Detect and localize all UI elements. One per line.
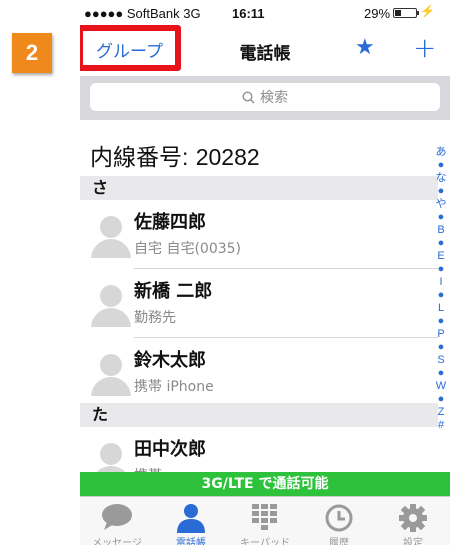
status-time: 16:11 [232, 6, 265, 21]
extension-number-row: 内線番号: 20282 [90, 138, 260, 172]
index-dot[interactable]: ● [432, 341, 450, 354]
status-bar: ●●●●● SoftBank 3G 16:11 29% ⚡ [80, 0, 450, 26]
battery-percent: 29% [364, 6, 391, 21]
index-letter[interactable]: あ [432, 146, 450, 159]
tab-messages[interactable]: メッセージ [80, 497, 154, 545]
tab-label: キーパッド [240, 538, 290, 545]
index-dot[interactable]: ● [432, 263, 450, 276]
index-dot[interactable]: ● [432, 289, 450, 302]
index-letter[interactable]: Z [432, 406, 450, 419]
tab-keypad[interactable]: キーパッド [228, 497, 302, 545]
index-letter[interactable]: な [432, 172, 450, 185]
section-header: た [80, 403, 438, 427]
battery-icon [393, 8, 419, 18]
index-dot[interactable]: ● [432, 367, 450, 380]
contact-row[interactable]: 鈴木太郎 携帯 iPhone [80, 338, 430, 406]
contact-name: 佐藤四郎 [134, 212, 206, 233]
index-dot[interactable]: ● [432, 393, 450, 406]
avatar-placeholder-icon [88, 212, 134, 258]
contact-name: 新橋 二郎 [134, 281, 213, 302]
gear-icon [399, 504, 427, 532]
index-dot[interactable]: ● [432, 237, 450, 250]
phone-screen: ●●●●● SoftBank 3G 16:11 29% ⚡ グループ 電話帳 ★… [80, 0, 450, 545]
tab-label: 電話帳 [176, 538, 206, 545]
step-number-badge: 2 [12, 33, 52, 73]
contact-detail: 自宅 自宅(0035) [134, 241, 242, 257]
tab-label: 設定 [403, 538, 423, 545]
search-placeholder: 検索 [260, 90, 288, 106]
index-letter[interactable]: # [432, 419, 450, 432]
favorites-star-icon[interactable]: ★ [355, 35, 375, 60]
charging-icon: ⚡ [420, 4, 435, 18]
search-icon [242, 90, 255, 103]
index-dot[interactable]: ● [432, 211, 450, 224]
section-index-bar[interactable]: あ ● な ● や ● B ● E ● I ● L ● P ● S ● W ● … [432, 146, 450, 432]
carrier-label: ●●●●● SoftBank 3G [84, 6, 201, 21]
tab-contacts[interactable]: 電話帳 [154, 497, 228, 545]
page-title: 電話帳 [239, 44, 291, 64]
contact-row[interactable]: 新橋 二郎 勤務先 [80, 269, 430, 337]
search-input[interactable]: 検索 [90, 83, 440, 111]
index-letter[interactable]: E [432, 250, 450, 263]
tab-label: メッセージ [92, 538, 142, 545]
navigation-bar: グループ 電話帳 ★ + [80, 25, 450, 76]
extension-number: 20282 [195, 144, 260, 170]
index-letter[interactable]: W [432, 380, 450, 393]
person-icon [177, 504, 205, 533]
tab-bar: メッセージ 電話帳 キーパッド 履歴 設定 [80, 496, 450, 545]
avatar-placeholder-icon [88, 350, 134, 396]
tab-settings[interactable]: 設定 [376, 497, 450, 545]
add-contact-plus-icon[interactable]: + [413, 31, 436, 64]
contact-name: 鈴木太郎 [134, 350, 206, 371]
index-dot[interactable]: ● [432, 185, 450, 198]
index-letter[interactable]: P [432, 328, 450, 341]
network-status-banner: 3G/LTE で通話可能 [80, 472, 450, 496]
avatar-placeholder-icon [88, 281, 134, 327]
tab-history[interactable]: 履歴 [302, 497, 376, 545]
index-letter[interactable]: S [432, 354, 450, 367]
clock-icon [325, 504, 353, 532]
keypad-icon [252, 504, 277, 530]
index-dot[interactable]: ● [432, 159, 450, 172]
index-dot[interactable]: ● [432, 315, 450, 328]
section-header: さ [80, 176, 438, 200]
index-letter[interactable]: I [432, 276, 450, 289]
contact-detail: 勤務先 [134, 310, 176, 326]
chat-bubble-icon [102, 504, 132, 530]
index-letter[interactable]: や [432, 198, 450, 211]
search-area: 検索 [80, 76, 450, 120]
contact-detail: 携帯 iPhone [134, 379, 214, 395]
contact-row[interactable]: 佐藤四郎 自宅 自宅(0035) [80, 200, 430, 268]
extension-label: 内線番号: [90, 144, 189, 170]
index-letter[interactable]: B [432, 224, 450, 237]
tab-label: 履歴 [329, 538, 349, 545]
contact-name: 田中次郎 [134, 439, 206, 460]
index-letter[interactable]: L [432, 302, 450, 315]
